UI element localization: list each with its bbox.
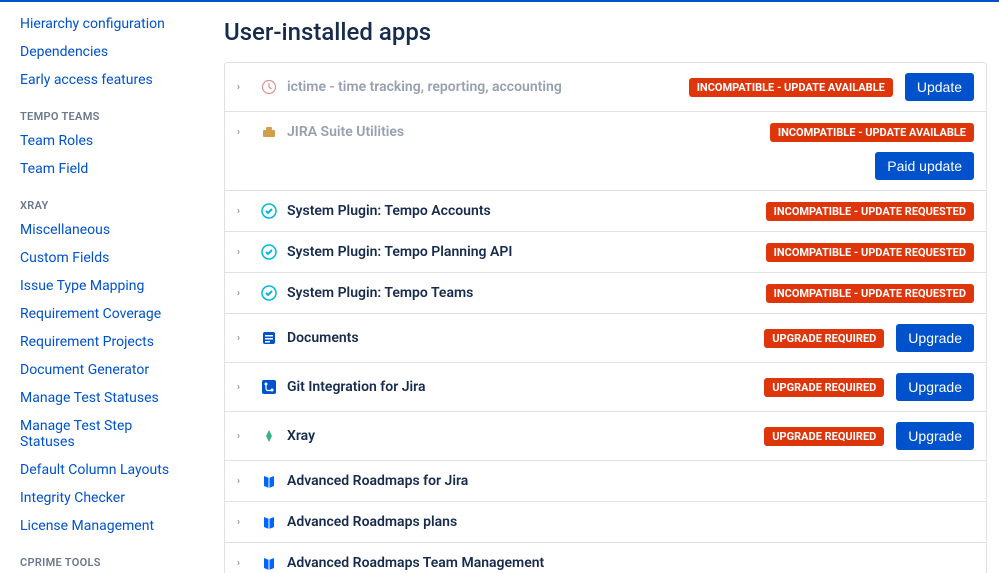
- action-button[interactable]: Paid update: [875, 152, 974, 180]
- chevron-right-icon[interactable]: ›: [237, 431, 253, 442]
- app-row[interactable]: › ictime - time tracking, reporting, acco…: [225, 63, 986, 111]
- sidebar-section-heading: TEMPO TEAMS: [0, 94, 200, 127]
- sidebar-item[interactable]: Hierarchy configuration: [0, 10, 200, 38]
- app-list: › ictime - time tracking, reporting, acco…: [224, 62, 987, 573]
- status-badge: INCOMPATIBLE - UPDATE AVAILABLE: [770, 123, 974, 142]
- sidebar: Hierarchy configurationDependenciesEarly…: [0, 0, 200, 573]
- roadmap-icon: [261, 473, 277, 489]
- sidebar-item[interactable]: Requirement Projects: [0, 328, 200, 356]
- app-name: Git Integration for Jira: [287, 379, 764, 395]
- app-row[interactable]: › System Plugin: Tempo TeamsINCOMPATIBLE …: [225, 273, 986, 313]
- app-name: System Plugin: Tempo Accounts: [287, 203, 766, 219]
- app-row[interactable]: › Git Integration for JiraUPGRADE REQUIRE…: [225, 363, 986, 411]
- status-badge: INCOMPATIBLE - UPDATE REQUESTED: [766, 202, 974, 221]
- tempo-icon: [261, 203, 277, 219]
- app-name: Advanced Roadmaps Team Management: [287, 555, 974, 571]
- app-name: Xray: [287, 428, 764, 444]
- app-row[interactable]: › System Plugin: Tempo AccountsINCOMPATIB…: [225, 191, 986, 231]
- sidebar-section-heading: CPRIME TOOLS: [0, 540, 200, 573]
- chevron-right-icon[interactable]: ›: [237, 558, 253, 569]
- sidebar-item[interactable]: Integrity Checker: [0, 484, 200, 512]
- app-row[interactable]: › XrayUPGRADE REQUIRED Upgrade: [225, 412, 986, 460]
- status-badge: INCOMPATIBLE - UPDATE AVAILABLE: [689, 78, 893, 97]
- action-button[interactable]: Upgrade: [896, 373, 974, 401]
- status-badge: UPGRADE REQUIRED: [764, 378, 884, 397]
- chevron-right-icon[interactable]: ›: [237, 127, 253, 138]
- tempo-icon: [261, 244, 277, 260]
- chevron-right-icon[interactable]: ›: [237, 476, 253, 487]
- app-name: Advanced Roadmaps plans: [287, 514, 974, 530]
- sidebar-item[interactable]: Early access features: [0, 66, 200, 94]
- app-name: ictime - time tracking, reporting, accou…: [287, 79, 689, 95]
- main-content: User-installed apps › ictime - time track…: [200, 0, 999, 573]
- roadmap-icon: [261, 514, 277, 530]
- app-name: Advanced Roadmaps for Jira: [287, 473, 974, 489]
- sidebar-item[interactable]: Miscellaneous: [0, 216, 200, 244]
- chevron-right-icon[interactable]: ›: [237, 206, 253, 217]
- sidebar-item[interactable]: Team Field: [0, 155, 200, 183]
- sidebar-item[interactable]: Manage Test Statuses: [0, 384, 200, 412]
- app-row[interactable]: › JIRA Suite UtilitiesINCOMPATIBLE - UPDA…: [225, 112, 986, 152]
- sidebar-item[interactable]: Team Roles: [0, 127, 200, 155]
- app-name: JIRA Suite Utilities: [287, 124, 770, 140]
- sidebar-item[interactable]: License Management: [0, 512, 200, 540]
- status-badge: INCOMPATIBLE - UPDATE REQUESTED: [766, 284, 974, 303]
- app-row[interactable]: › Advanced Roadmaps Team Management: [225, 543, 986, 573]
- clock-icon: [261, 79, 277, 95]
- sidebar-item[interactable]: Issue Type Mapping: [0, 272, 200, 300]
- chevron-right-icon[interactable]: ›: [237, 382, 253, 393]
- chevron-right-icon[interactable]: ›: [237, 82, 253, 93]
- chevron-right-icon[interactable]: ›: [237, 288, 253, 299]
- app-name: Documents: [287, 330, 764, 346]
- app-row[interactable]: › System Plugin: Tempo Planning APIINCOMP…: [225, 232, 986, 272]
- git-icon: [261, 379, 277, 395]
- toolbox-icon: [261, 124, 277, 140]
- chevron-right-icon[interactable]: ›: [237, 517, 253, 528]
- status-badge: INCOMPATIBLE - UPDATE REQUESTED: [766, 243, 974, 262]
- page-title: User-installed apps: [224, 18, 987, 46]
- chevron-right-icon[interactable]: ›: [237, 333, 253, 344]
- chevron-right-icon[interactable]: ›: [237, 247, 253, 258]
- app-row[interactable]: › DocumentsUPGRADE REQUIRED Upgrade: [225, 314, 986, 362]
- roadmap-icon: [261, 555, 277, 571]
- tempo-icon: [261, 285, 277, 301]
- app-row[interactable]: › Advanced Roadmaps plans: [225, 502, 986, 542]
- xray-icon: [261, 428, 277, 444]
- action-button[interactable]: Upgrade: [896, 422, 974, 450]
- docs-icon: [261, 330, 277, 346]
- sidebar-item[interactable]: Requirement Coverage: [0, 300, 200, 328]
- action-button[interactable]: Upgrade: [896, 324, 974, 352]
- sidebar-item[interactable]: Manage Test Step Statuses: [0, 412, 200, 456]
- sidebar-section-heading: XRAY: [0, 183, 200, 216]
- app-name: System Plugin: Tempo Planning API: [287, 244, 766, 260]
- sidebar-item[interactable]: Custom Fields: [0, 244, 200, 272]
- sidebar-item[interactable]: Default Column Layouts: [0, 456, 200, 484]
- app-name: System Plugin: Tempo Teams: [287, 285, 766, 301]
- status-badge: UPGRADE REQUIRED: [764, 329, 884, 348]
- sidebar-item[interactable]: Document Generator: [0, 356, 200, 384]
- sidebar-item[interactable]: Dependencies: [0, 38, 200, 66]
- action-button[interactable]: Update: [905, 73, 974, 101]
- status-badge: UPGRADE REQUIRED: [764, 427, 884, 446]
- app-row[interactable]: › Advanced Roadmaps for Jira: [225, 461, 986, 501]
